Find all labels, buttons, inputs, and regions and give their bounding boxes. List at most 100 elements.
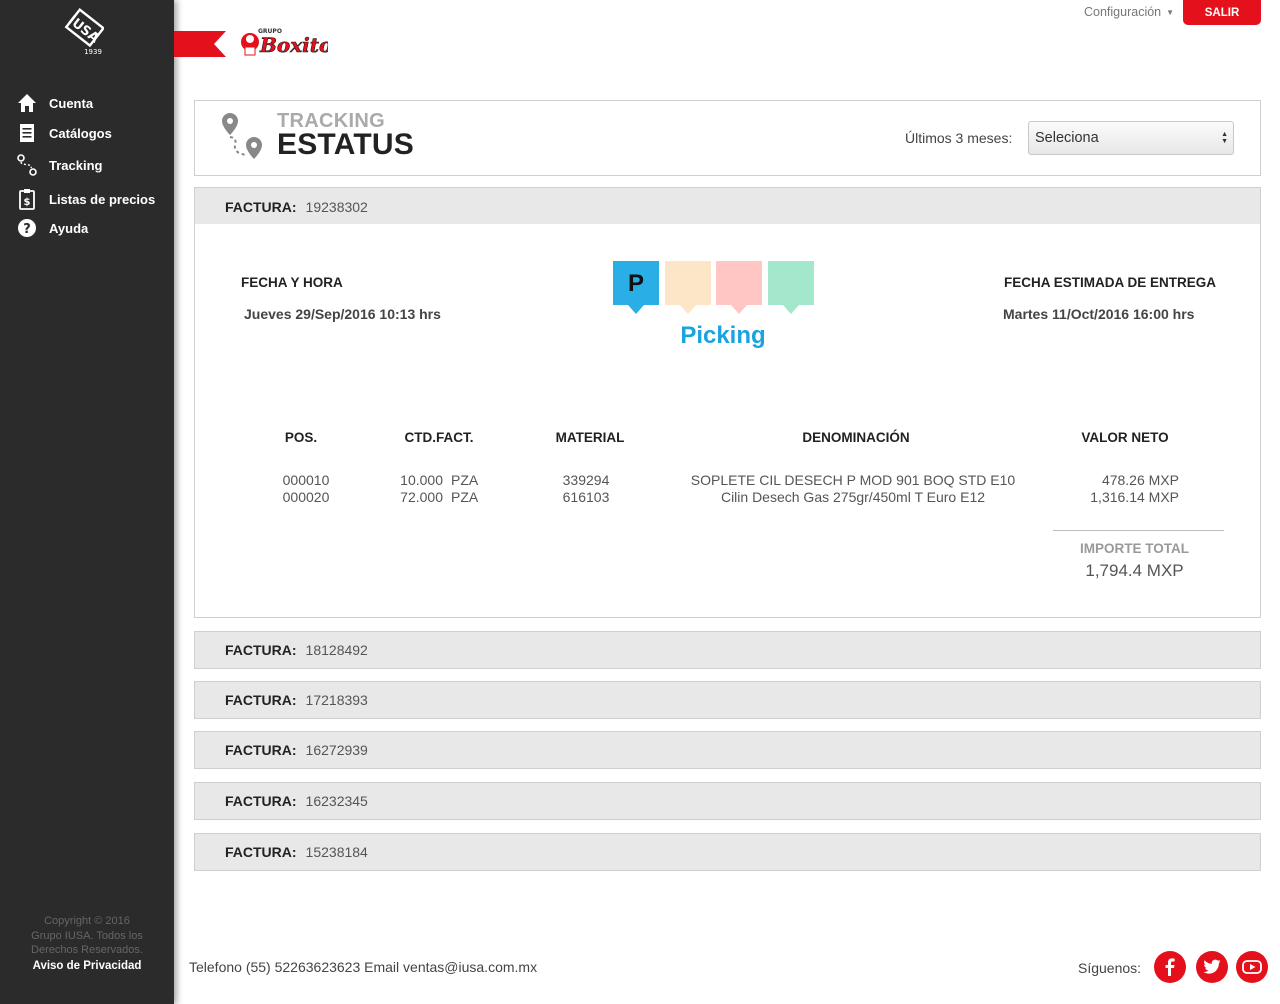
invoice-header[interactable]: FACTURA: 18128492 <box>194 631 1261 669</box>
sidebar-item-label: Catálogos <box>49 125 112 141</box>
status-step <box>664 261 711 314</box>
cell-unit: PZA <box>451 489 479 505</box>
invoice-label: FACTURA: <box>225 198 297 215</box>
sidebar-item-label: Tracking <box>49 157 103 173</box>
invoice-detail-panel: FECHA Y HORA Jueves 29/Sep/2016 10:13 hr… <box>194 224 1261 618</box>
sidebar-item-listas-de-precios[interactable]: $ Listas de precios <box>16 188 155 210</box>
total-label: IMPORTE TOTAL <box>1080 541 1189 556</box>
route-icon <box>16 154 38 176</box>
cell-net-value: 1,316.14 MXP <box>1090 489 1179 505</box>
status-step: P <box>613 261 659 314</box>
sidebar-item-cuenta[interactable]: Cuenta <box>16 92 93 114</box>
page-title: ESTATUS <box>277 128 414 161</box>
order-date-heading: FECHA Y HORA <box>241 275 343 290</box>
status-step <box>716 261 762 314</box>
invoice-label: FACTURA: <box>225 642 297 658</box>
youtube-icon[interactable] <box>1236 951 1268 983</box>
invoice-header-expanded[interactable]: FACTURA: 19238302 <box>194 187 1261 225</box>
status-label: Picking <box>680 322 766 349</box>
tracking-route-icon <box>222 113 262 159</box>
sidebar-item-label: Listas de precios <box>49 191 156 207</box>
cell-unit: PZA <box>451 472 479 488</box>
sidebar: IUSA 1939 Cuenta Catálogos Tracking $ Li… <box>0 0 174 1004</box>
follow-us-label: Síguenos: <box>1078 960 1142 976</box>
facebook-icon[interactable] <box>1154 951 1186 983</box>
cell-material: 339294 <box>562 472 610 488</box>
total-value: 1,794.4 MXP <box>1085 561 1184 580</box>
order-date-value: Jueves 29/Sep/2016 10:13 hrs <box>244 306 441 322</box>
settings-menu[interactable]: Configuración ▼ <box>1084 5 1174 19</box>
copyright-line: Copyright © 2016 <box>44 915 130 927</box>
sidebar-item-catalogos[interactable]: Catálogos <box>16 122 112 144</box>
cell-description: Cilin Desech Gas 275gr/450ml T Euro E12 <box>720 489 986 505</box>
cell-net-value: 478.26 MXP <box>1101 472 1179 488</box>
invoice-number: 15238184 <box>305 844 368 860</box>
svg-text:1939: 1939 <box>84 48 102 56</box>
invoice-number: 19238302 <box>305 198 368 215</box>
column-header-net-value: VALOR NETO <box>1081 430 1169 445</box>
settings-menu-label: Configuración <box>1084 5 1162 19</box>
price-list-icon: $ <box>16 188 38 210</box>
select-arrows-icon: ▲ ▼ <box>1221 131 1228 145</box>
red-ribbon-decoration <box>174 31 226 57</box>
eta-value: Martes 11/Oct/2016 16:00 hrs <box>1003 306 1195 322</box>
status-step-pointer <box>731 305 747 314</box>
column-header-material: MATERIAL <box>555 430 625 445</box>
invoice-number: 16232345 <box>305 793 368 809</box>
status-step-letter: P <box>627 270 644 297</box>
status-step-letter <box>768 261 814 305</box>
cell-pos: 000010 <box>282 472 330 488</box>
svg-text:$: $ <box>24 197 31 208</box>
status-step-letter <box>665 261 711 305</box>
copyright-line: Derechos Reservados. <box>31 944 143 956</box>
column-header-description: DENOMINACIÓN <box>802 430 910 445</box>
sidebar-item-ayuda[interactable]: ? Ayuda <box>16 217 88 239</box>
cell-material: 616103 <box>562 489 610 505</box>
invoice-number: 17218393 <box>305 692 368 708</box>
status-step-pointer <box>679 305 696 314</box>
column-header-qty: CTD.FACT. <box>404 430 474 445</box>
invoice-label: FACTURA: <box>225 793 297 809</box>
svg-text:Boxito: Boxito <box>259 33 328 57</box>
cell-description: SOPLETE CIL DESECH P MOD 901 BOQ STD E10 <box>690 472 1016 488</box>
status-step-pointer <box>782 305 799 314</box>
twitter-icon[interactable] <box>1196 951 1228 983</box>
invoice-label: FACTURA: <box>225 844 297 860</box>
period-filter-label: Últimos 3 meses: <box>905 130 1013 146</box>
invoice-header[interactable]: FACTURA: 16232345 <box>194 782 1261 820</box>
invoice-number: 18128492 <box>305 642 368 658</box>
home-icon <box>16 92 38 114</box>
invoice-header[interactable]: FACTURA: 17218393 <box>194 681 1261 719</box>
help-icon: ? <box>16 217 38 239</box>
cell-qty: 72.000 <box>400 489 443 505</box>
invoice-header[interactable]: FACTURA: 16272939 <box>194 731 1261 769</box>
eta-heading: FECHA ESTIMADA DE ENTREGA <box>1004 275 1217 290</box>
cell-qty: 10.000 <box>400 472 443 488</box>
sidebar-footer: Copyright © 2016 Grupo IUSA. Todos los D… <box>0 914 174 973</box>
invoice-label: FACTURA: <box>225 692 297 708</box>
footer-contact: Telefono (55) 52263623623 Email ventas@i… <box>189 959 538 975</box>
sidebar-item-label: Cuenta <box>49 95 94 111</box>
sidebar-item-label: Ayuda <box>49 220 89 236</box>
status-step <box>767 261 814 314</box>
privacy-notice-link[interactable]: Aviso de Privacidad <box>0 959 174 974</box>
invoice-number: 16272939 <box>305 742 368 758</box>
logout-button[interactable]: SALIR <box>1183 0 1261 25</box>
boxito-logo[interactable]: GRUPO Boxito <box>238 22 328 60</box>
status-step-letter <box>716 261 762 305</box>
period-select[interactable]: Seleciona ▲ ▼ <box>1028 121 1234 155</box>
iusa-logo[interactable]: IUSA 1939 <box>62 8 104 56</box>
invoice-label: FACTURA: <box>225 742 297 758</box>
column-header-pos: POS. <box>284 430 318 445</box>
svg-text:?: ? <box>23 222 31 237</box>
total-divider <box>1053 530 1224 531</box>
sidebar-item-tracking[interactable]: Tracking <box>16 154 102 176</box>
status-step-pointer <box>628 305 644 314</box>
caret-down-icon: ▼ <box>1166 7 1175 17</box>
period-select-value: Seleciona <box>1035 130 1099 146</box>
status-steps: P <box>613 261 817 319</box>
copyright-line: Grupo IUSA. Todos los <box>31 929 143 942</box>
invoice-header[interactable]: FACTURA: 15238184 <box>194 833 1261 871</box>
catalog-icon <box>16 122 38 144</box>
cell-pos: 000020 <box>282 489 330 505</box>
